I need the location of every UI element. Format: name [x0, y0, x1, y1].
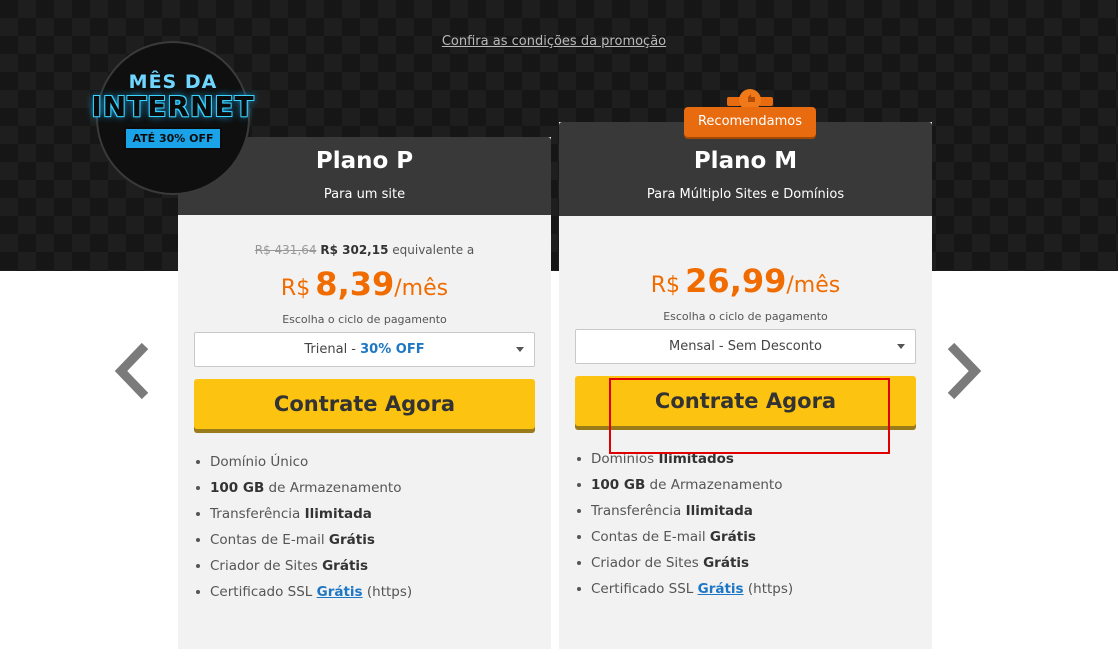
caret-down-icon: [897, 344, 905, 349]
feature-item: Criador de Sites Grátis: [196, 553, 551, 579]
feature-bold: 100 GB: [210, 480, 265, 496]
price-original: R$ 431,64 R$ 302,15 equivalente a: [178, 243, 551, 259]
feature-text: Criador de Sites: [210, 558, 323, 574]
feature-text: Contas de E-mail: [591, 529, 710, 545]
chevron-left-icon[interactable]: [113, 342, 151, 400]
price-currency: R$: [280, 276, 311, 301]
plan-header: Recomendamos Plano M Para Múltiplo Sites…: [559, 89, 932, 216]
bullet-icon: [196, 590, 200, 594]
plan-card-p: Plano P Para um site R$ 431,64 R$ 302,15…: [178, 137, 551, 649]
cycle-value: Trienal -: [304, 342, 361, 357]
price-amount: 26,99: [685, 262, 787, 300]
feature-list: Domínios Ilimitados 100 GB de Armazename…: [559, 446, 932, 602]
feature-bold: Ilimitada: [304, 506, 372, 522]
feature-text: Domínio: [210, 454, 271, 470]
feature-bold: Ilimitados: [658, 451, 734, 467]
price-strikethrough: R$ 431,64: [254, 243, 317, 257]
badge-line2: INTERNET: [91, 90, 255, 123]
bullet-icon: [577, 457, 581, 461]
feature-list: Domínio Único 100 GB de Armazenamento Tr…: [178, 449, 551, 605]
feature-text: Transferência: [591, 503, 686, 519]
cycle-label: Escolha o ciclo de pagamento: [282, 313, 447, 326]
plan-subtitle: Para Múltiplo Sites e Domínios: [646, 187, 845, 202]
feature-bold: Grátis: [703, 555, 750, 571]
contrate-agora-button[interactable]: Contrate Agora: [194, 379, 535, 429]
bullet-icon: [577, 509, 581, 513]
price-period: /mês: [394, 276, 449, 301]
bullet-icon: [196, 512, 200, 516]
feature-text: Domínios: [591, 451, 659, 467]
feature-bold: Grátis: [709, 529, 756, 545]
feature-bold: 100 GB: [591, 477, 646, 493]
cycle-value: Mensal - Sem Desconto: [669, 339, 822, 354]
feature-item: Contas de E-mail Grátis: [577, 524, 932, 550]
bullet-icon: [196, 538, 200, 542]
billing-cycle-select[interactable]: Mensal - Sem Desconto: [575, 329, 916, 364]
ssl-gratis-link[interactable]: Grátis: [698, 581, 744, 597]
feature-bold: Ilimitada: [685, 503, 753, 519]
price-currency: R$: [650, 273, 681, 298]
feature-text: (https): [743, 581, 794, 597]
cycle-discount: 30% OFF: [360, 342, 425, 357]
contrate-agora-button[interactable]: Contrate Agora: [575, 376, 916, 426]
plan-subtitle: Para um site: [323, 187, 406, 202]
feature-text: Criador de Sites: [591, 555, 704, 571]
price-monthly: R$ 26,99/mês: [559, 262, 932, 300]
feature-bold: Grátis: [328, 532, 375, 548]
billing-cycle-select[interactable]: Trienal - 30% OFF: [194, 332, 535, 367]
plan-card-m: Recomendamos Plano M Para Múltiplo Sites…: [559, 89, 932, 649]
feature-item: Certificado SSL Grátis (https): [577, 576, 932, 602]
feature-item: Contas de E-mail Grátis: [196, 527, 551, 553]
feature-text: (https): [362, 584, 413, 600]
bullet-icon: [196, 486, 200, 490]
price-total: R$ 302,15: [320, 243, 389, 257]
feature-item: 100 GB de Armazenamento: [196, 475, 551, 501]
bullet-icon: [577, 483, 581, 487]
feature-text: Certificado SSL: [210, 584, 317, 600]
bullet-icon: [577, 561, 581, 565]
feature-item: Certificado SSL Grátis (https): [196, 579, 551, 605]
bullet-icon: [196, 460, 200, 464]
feature-item: Criador de Sites Grátis: [577, 550, 932, 576]
promo-badge: MÊS DA INTERNET ATÉ 30% OFF: [91, 41, 254, 195]
feature-item: Domínio Único: [196, 449, 551, 475]
bullet-icon: [577, 535, 581, 539]
bullet-icon: [577, 587, 581, 591]
feature-bold: Grátis: [322, 558, 369, 574]
feature-text: Único: [270, 454, 309, 470]
feature-text: Transferência: [210, 506, 305, 522]
bullet-icon: [196, 564, 200, 568]
chevron-right-icon[interactable]: [945, 342, 983, 400]
feature-item: Transferência Ilimitada: [196, 501, 551, 527]
price-equiv-label: equivalente a: [392, 243, 475, 257]
feature-text: de Armazenamento: [264, 480, 402, 496]
feature-text: Certificado SSL: [591, 581, 698, 597]
recommended-ribbon: Recomendamos: [684, 107, 816, 137]
price-amount: 8,39: [315, 265, 395, 303]
price-monthly: R$ 8,39/mês: [178, 265, 551, 303]
feature-text: de Armazenamento: [645, 477, 783, 493]
badge-discount: ATÉ 30% OFF: [124, 127, 222, 150]
ssl-gratis-link[interactable]: Grátis: [317, 584, 363, 600]
feature-item: Transferência Ilimitada: [577, 498, 932, 524]
caret-down-icon: [516, 347, 524, 352]
feature-text: Contas de E-mail: [210, 532, 329, 548]
feature-item: Domínios Ilimitados: [577, 446, 932, 472]
feature-item: 100 GB de Armazenamento: [577, 472, 932, 498]
cycle-label: Escolha o ciclo de pagamento: [663, 310, 828, 323]
price-period: /mês: [786, 273, 841, 298]
